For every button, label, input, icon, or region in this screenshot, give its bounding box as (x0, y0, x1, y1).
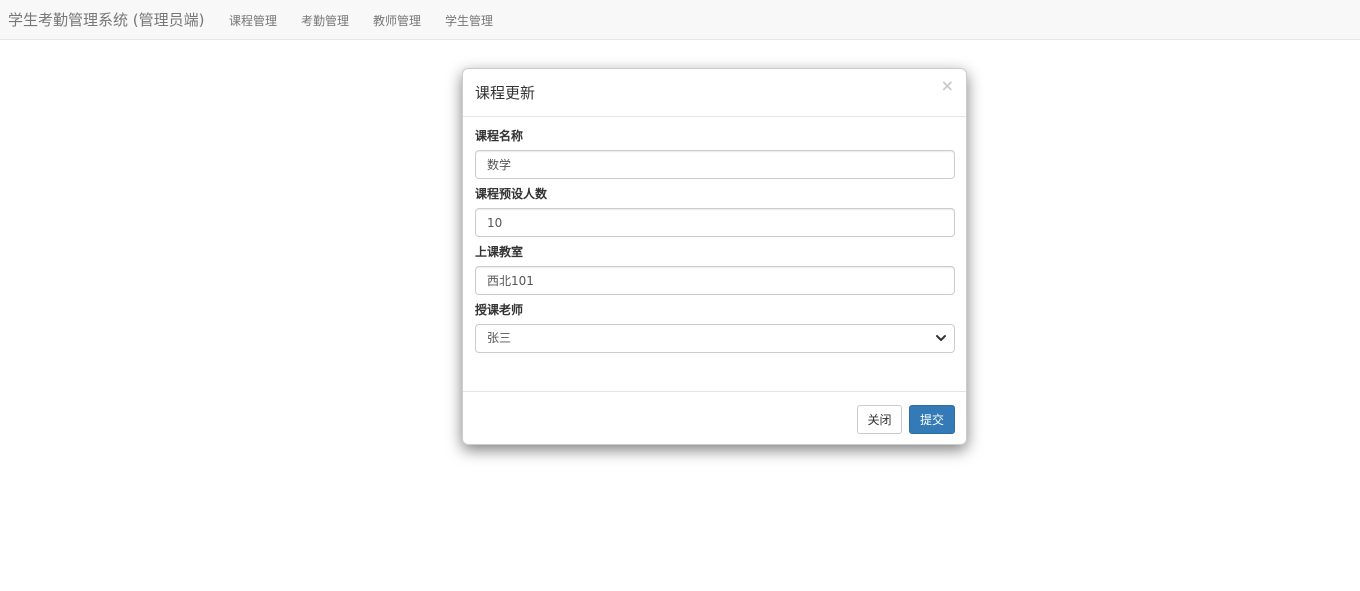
submit-button[interactable]: 提交 (909, 405, 955, 434)
navbar-brand[interactable]: 学生考勤管理系统 (管理员端) (8, 9, 204, 30)
close-button[interactable]: 关闭 (857, 405, 902, 434)
teacher-label: 授课老师 (475, 303, 524, 317)
course-name-label: 课程名称 (475, 129, 524, 143)
nav-link-teacher-management[interactable]: 教师管理 (373, 12, 421, 29)
teacher-select-value[interactable]: 张三 (475, 324, 955, 353)
navbar: 学生考勤管理系统 (管理员端) 课程管理 考勤管理 教师管理 学生管理 (0, 0, 1360, 40)
modal-header: 课程更新 × (463, 69, 966, 117)
teacher-group: 授课老师 张三 (475, 303, 955, 353)
course-name-input[interactable] (475, 150, 955, 179)
nav-links: 课程管理 考勤管理 教师管理 学生管理 (229, 0, 517, 40)
classroom-input[interactable] (475, 266, 955, 295)
course-update-modal: 课程更新 × 课程名称 课程预设人数 上课教室 授课老师 张三 关闭 提交 (462, 68, 967, 445)
modal-title: 课程更新 (475, 84, 536, 102)
capacity-label: 课程预设人数 (475, 187, 548, 201)
nav-link-course-management[interactable]: 课程管理 (229, 12, 277, 29)
chevron-down-icon (936, 335, 946, 341)
teacher-select[interactable]: 张三 (475, 324, 955, 353)
capacity-input[interactable] (475, 208, 955, 237)
modal-footer: 关闭 提交 (463, 391, 966, 445)
nav-link-student-management[interactable]: 学生管理 (445, 12, 493, 29)
classroom-label: 上课教室 (475, 245, 524, 259)
course-name-group: 课程名称 (475, 129, 955, 179)
nav-link-attendance-management[interactable]: 考勤管理 (301, 12, 349, 29)
close-icon[interactable]: × (941, 78, 954, 94)
classroom-group: 上课教室 (475, 245, 955, 295)
modal-body: 课程名称 课程预设人数 上课教室 授课老师 张三 (475, 129, 955, 361)
capacity-group: 课程预设人数 (475, 187, 955, 237)
